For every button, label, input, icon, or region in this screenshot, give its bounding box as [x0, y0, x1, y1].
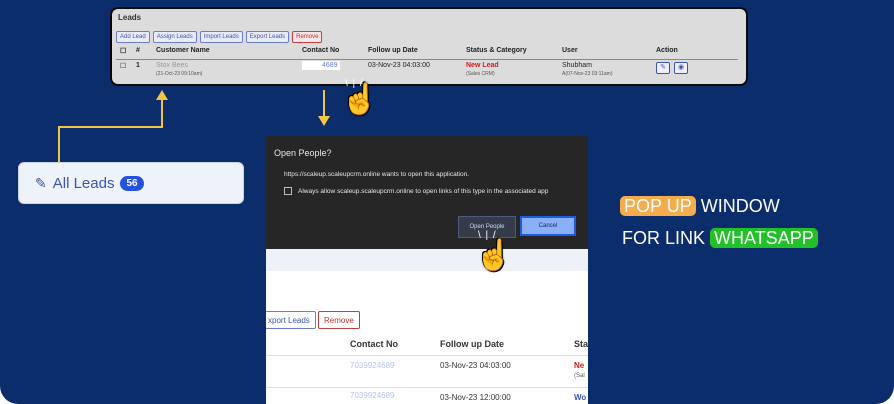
header-user: User	[562, 47, 578, 54]
select-all-checkbox[interactable]: ☐	[120, 47, 126, 55]
header-action: Action	[656, 47, 678, 54]
contact-number-link[interactable]: 7039924689	[350, 361, 395, 370]
caption-highlight-popup: POP UP	[620, 196, 696, 216]
header-follow-up-date: Follow up Date	[440, 339, 504, 349]
status-category: (Sal	[574, 373, 585, 379]
contact-number-link[interactable]: 7039924689	[350, 391, 395, 400]
hand-pointer-icon: ☝	[341, 83, 379, 116]
open-app-dialog: Open People? https://scaleup.scaleupcrm.…	[266, 136, 588, 249]
tutorial-canvas: Leads Add Lead Assign Leads Import Leads…	[0, 0, 894, 404]
header-status: Sta	[574, 339, 588, 349]
all-leads-count-badge: 56	[120, 175, 144, 191]
caption-for-link: FOR LINK	[622, 228, 706, 248]
leads-table-header: ☐ # Customer Name Contact No Follow up D…	[116, 47, 738, 60]
leads-action-buttons: Add Lead Assign Leads Import Leads Expor…	[116, 31, 323, 43]
header-status-category: Status & Category	[466, 47, 527, 54]
down-arrow-line	[323, 90, 325, 116]
view-icon[interactable]: ◉	[674, 62, 688, 74]
elbow-arrow-up	[161, 100, 163, 128]
all-leads-label: All Leads	[52, 174, 115, 192]
page-band	[266, 249, 588, 271]
cancel-button[interactable]: Cancel	[520, 216, 576, 236]
elbow-arrow-vertical	[58, 126, 60, 162]
row-divider	[266, 355, 588, 356]
always-allow-checkbox[interactable]	[284, 187, 292, 195]
leads-table-zoom: xport Leads Remove Contact No Follow up …	[266, 271, 588, 404]
remove-button[interactable]: Remove	[292, 31, 323, 43]
hand-pointer-icon: ☝	[475, 239, 513, 272]
elbow-arrow-horizontal	[58, 126, 163, 128]
header-follow-up-date: Follow up Date	[368, 47, 418, 54]
table-row: ☐ 1 Stox Bees (21-Oct-23 09:10am) 4689 0…	[116, 61, 738, 82]
follow-up-date: 03-Nov-23 04:03:00	[368, 62, 430, 69]
import-leads-button[interactable]: Import Leads	[199, 31, 243, 43]
caption-highlight-whatsapp: WHATSAPP	[710, 228, 818, 248]
caption-line-1: POP UP WINDOW	[620, 196, 780, 217]
row-divider	[266, 387, 588, 388]
all-leads-menu-item[interactable]: ✎ All Leads 56	[18, 162, 244, 204]
header-contact-no: Contact No	[302, 47, 340, 54]
always-allow-option[interactable]: Always allow scaleup.scaleupcrm.online t…	[284, 187, 548, 195]
edit-icon[interactable]: ✎	[656, 62, 670, 74]
up-arrow-head-icon	[156, 90, 168, 100]
popup-screenshot: Open People? https://scaleup.scaleupcrm.…	[266, 136, 588, 404]
export-leads-button[interactable]: xport Leads	[266, 311, 316, 329]
header-contact-no: Contact No	[350, 339, 398, 349]
leads-title: Leads	[118, 13, 142, 22]
status-label: Ne	[574, 361, 585, 370]
add-lead-button[interactable]: Add Lead	[116, 31, 150, 43]
down-arrow-head-icon	[318, 116, 330, 126]
header-index: #	[136, 47, 140, 54]
follow-up-date: 03-Nov-23 12:00:00	[440, 393, 511, 402]
status-label: New Lead	[466, 62, 499, 69]
dialog-title: Open People?	[274, 148, 332, 158]
pencil-icon: ✎	[35, 174, 47, 191]
customer-name-link[interactable]: Stox Bees	[156, 62, 188, 69]
remove-button[interactable]: Remove	[318, 311, 360, 329]
caption-line-2: FOR LINK WHATSAPP	[622, 228, 818, 249]
header-customer-name: Customer Name	[156, 47, 210, 54]
customer-created-date: (21-Oct-23 09:10am)	[156, 71, 203, 77]
user-name: Shubham	[562, 62, 592, 69]
status-label: Wo	[574, 393, 587, 402]
leads-panel-screenshot: Leads Add Lead Assign Leads Import Leads…	[110, 7, 748, 86]
always-allow-label: Always allow scaleup.scaleupcrm.online t…	[298, 187, 549, 195]
assign-leads-button[interactable]: Assign Leads	[152, 31, 197, 43]
status-category: (Sales CRM)	[466, 71, 495, 77]
export-leads-button[interactable]: Export Leads	[245, 31, 290, 43]
dialog-message: https://scaleup.scaleupcrm.online wants …	[284, 171, 469, 178]
user-timestamp: A(07-Nov-23 03:11am)	[562, 71, 613, 77]
row-index: 1	[136, 62, 140, 69]
contact-number-link[interactable]: 4689	[302, 61, 340, 70]
caption-window: WINDOW	[700, 196, 780, 216]
follow-up-date: 03-Nov-23 04:03:00	[440, 361, 511, 370]
row-checkbox[interactable]: ☐	[120, 62, 126, 70]
